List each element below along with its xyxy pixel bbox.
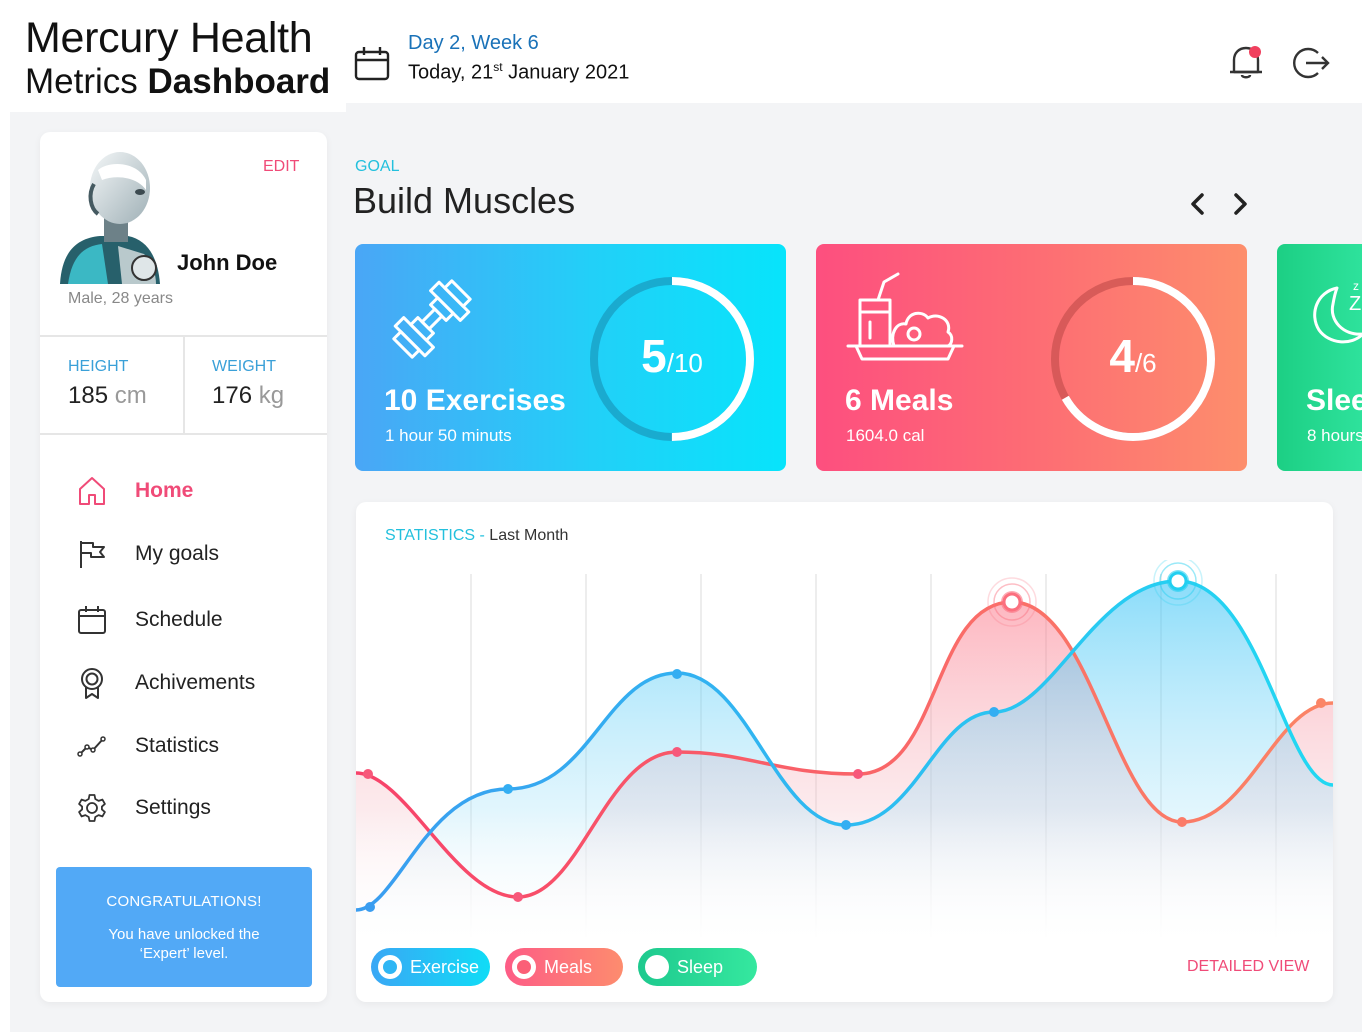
sidebar-item-label: Home — [135, 479, 194, 502]
meals-progress-total: /6 — [1134, 348, 1157, 378]
sleep-card-sub: 8 hours — [1307, 426, 1362, 445]
sidebar-item-statistics[interactable]: Statistics — [70, 722, 310, 770]
trend-icon — [77, 736, 106, 757]
goal-title: Build Muscles — [353, 180, 576, 221]
sidebar-item-settings[interactable]: Settings — [70, 784, 310, 832]
sidebar-item-label: Achivements — [135, 671, 256, 694]
sidebar-item-label: Schedule — [135, 608, 223, 631]
congrats-title: CONGRATULATIONS! — [106, 893, 262, 910]
height-number: 185 — [68, 382, 109, 409]
goal-label: GOAL — [355, 158, 400, 175]
divider — [40, 433, 327, 435]
legend-sleep-toggle[interactable]: Sleep — [638, 948, 757, 986]
meals-progress-text: 4/6 — [1048, 329, 1218, 383]
weight-unit: kg — [252, 382, 285, 409]
weight-value: 176 kg — [212, 382, 284, 410]
chevron-left-icon[interactable] — [1183, 188, 1213, 220]
meals-progress-done: 4 — [1109, 330, 1135, 382]
meals-card-sub: 1604.0 cal — [846, 426, 925, 445]
sleep-card[interactable]: Z z Slee 8 hours — [1277, 244, 1362, 471]
exercise-card-sub: 1 hour 50 minuts — [385, 426, 512, 445]
legend-label: Exercise — [410, 957, 480, 977]
today-suffix: January 2021 — [502, 61, 630, 84]
user-meta: Male, 28 years — [68, 290, 173, 307]
app-title-bold: Dashboard — [147, 62, 331, 101]
app-title-regular: Metrics — [25, 62, 148, 101]
chevron-right-icon[interactable] — [1225, 188, 1255, 220]
meal-icon — [846, 272, 964, 361]
bell-icon[interactable] — [1226, 42, 1266, 82]
today-date: Today, 21st January 2021 — [408, 60, 629, 85]
user-name: John Doe — [177, 250, 278, 275]
moon-icon: Z z — [1313, 279, 1362, 344]
toggle-indicator — [512, 955, 536, 979]
exercise-card-title: 10 Exercises — [384, 384, 566, 417]
award-icon — [81, 668, 103, 699]
meals-card[interactable]: 4/6 6 Meals 1604.0 cal — [816, 244, 1247, 471]
edit-profile-link[interactable]: EDIT — [263, 158, 299, 176]
statistics-heading: STATISTICS - Last Month — [385, 527, 568, 545]
exercise-progress-total: /10 — [666, 348, 703, 378]
dumbbell-icon — [392, 279, 472, 359]
congrats-text: You have unlocked the ‘Expert’ level. — [108, 926, 260, 962]
sidebar-item-home[interactable]: Home — [70, 467, 310, 515]
toggle-indicator — [378, 955, 402, 979]
legend-meals-toggle[interactable]: Meals — [505, 948, 623, 986]
sidebar-item-label: Statistics — [135, 734, 220, 757]
statistics-heading-period: Last Month — [489, 527, 569, 544]
home-icon — [79, 477, 105, 505]
logout-icon[interactable] — [1292, 44, 1330, 82]
detailed-view-link[interactable]: DETAILED VIEW — [1187, 958, 1309, 976]
legend-label: Sleep — [677, 957, 724, 977]
statistics-chart — [356, 560, 1333, 940]
sidebar-item-achivements[interactable]: Achivements — [70, 659, 310, 707]
congrats-banner: CONGRATULATIONS! You have unlocked the ‘… — [56, 867, 312, 987]
sidebar-item-label: Settings — [135, 796, 211, 819]
sleep-card-title: Slee — [1306, 384, 1362, 417]
sidebar-item-label: My goals — [135, 542, 220, 565]
height-unit: cm — [108, 382, 147, 409]
app-title-line2: Metrics Dashboard — [25, 62, 330, 102]
today-sup: st — [493, 60, 503, 74]
day-week-label: Day 2, Week 6 — [408, 32, 539, 54]
app-title-line1: Mercury Health — [25, 14, 313, 62]
sidebar-item-schedule[interactable]: Schedule — [70, 596, 310, 644]
height-label: HEIGHT — [68, 358, 129, 375]
exercise-progress-done: 5 — [641, 330, 667, 382]
toggle-indicator — [645, 955, 669, 979]
meals-card-title: 6 Meals — [845, 384, 954, 417]
legend-exercise-toggle[interactable]: Exercise — [371, 948, 490, 986]
sidebar-item-my-goals[interactable]: My goals — [70, 530, 310, 578]
exercise-progress-text: 5/10 — [587, 329, 757, 383]
avatar[interactable] — [58, 150, 162, 284]
svg-text:z: z — [1353, 279, 1359, 293]
legend-label: Meals — [544, 957, 593, 977]
notification-badge — [1249, 46, 1261, 58]
calendar-icon — [78, 606, 106, 634]
exercise-card[interactable]: 5/10 10 Exercises 1 hour 50 minuts — [355, 244, 786, 471]
today-prefix: Today, 21 — [408, 61, 494, 84]
statistics-heading-prefix: STATISTICS - — [385, 527, 490, 544]
height-value: 185 cm — [68, 382, 147, 410]
flag-icon — [80, 541, 105, 568]
svg-text:Z: Z — [1349, 293, 1361, 315]
divider — [183, 337, 185, 433]
calendar-icon[interactable] — [354, 46, 390, 82]
gear-icon — [78, 794, 106, 822]
weight-number: 176 — [212, 382, 253, 409]
weight-label: WEIGHT — [212, 358, 276, 375]
